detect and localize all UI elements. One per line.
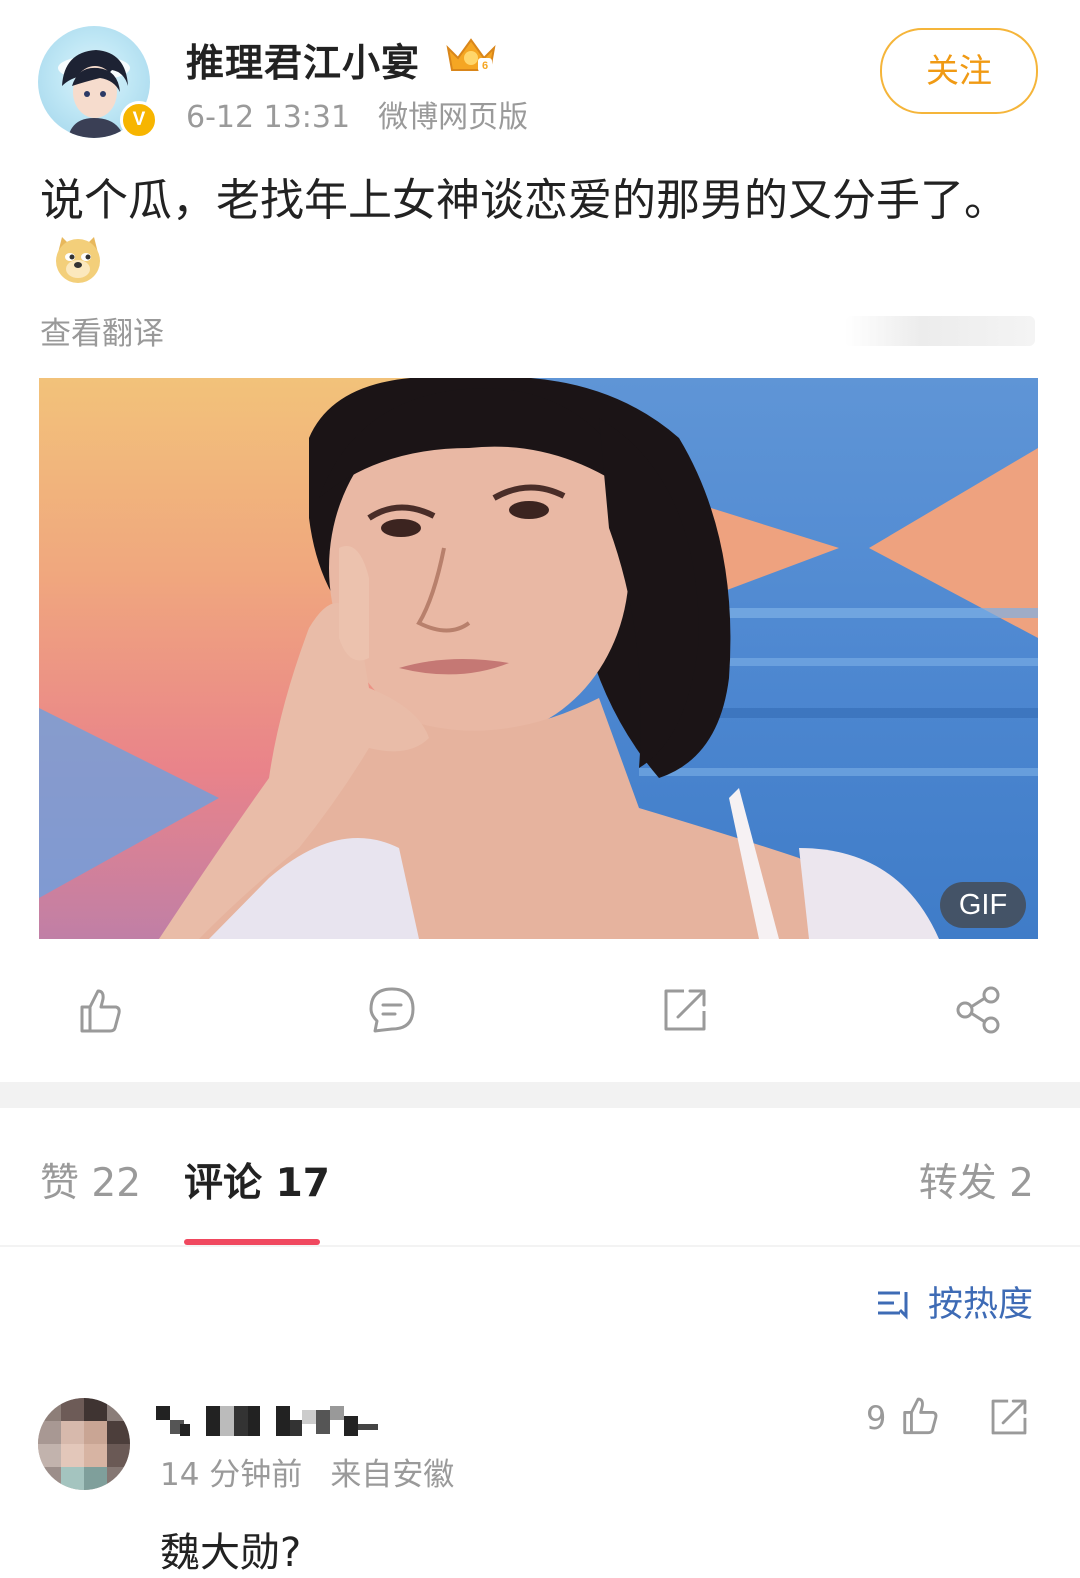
sort-by-hot[interactable]: 按热度 [876,1276,1033,1327]
post-image[interactable] [39,378,1038,939]
verified-badge: V [120,101,158,139]
comment-meta: 14 分钟前 来自安徽 [160,1449,454,1494]
translate-link[interactable]: 查看翻译 [40,308,164,353]
like-icon [903,1397,938,1435]
comment-repost-button[interactable] [988,1396,1030,1438]
section-divider [0,1082,1080,1108]
tab-comments[interactable]: 评论 17 [184,1152,330,1208]
repost-button[interactable] [660,985,710,1035]
sort-label: 按热度 [928,1285,1034,1325]
commenter-avatar[interactable] [38,1398,130,1490]
commenter-name-pixelated[interactable] [156,1404,380,1440]
post-source: 微博网页版 [378,100,529,135]
post-time: 6-12 13:31 [186,100,351,135]
author-name[interactable]: 推理君江小宴 [186,32,420,87]
comment-icon [369,987,415,1033]
tab-separator [0,1245,1080,1247]
comment-time: 14 分钟前 [160,1457,303,1493]
post-text-content: 说个瓜，老找年上女神谈恋爱的那男的又分手了。 [40,175,1008,226]
tab-reposts[interactable]: 转发 2 [919,1152,1034,1208]
tab-likes[interactable]: 赞 22 [40,1152,141,1208]
blurred-watermark [845,316,1035,346]
share-icon [956,986,1000,1034]
repost-icon [664,989,706,1031]
doge-emoji-icon [52,233,104,285]
like-button[interactable] [74,985,124,1035]
share-button[interactable] [953,985,1003,1035]
comment-text: 魏大勋? [160,1530,302,1576]
comment-button[interactable] [367,985,417,1035]
svg-text:6: 6 [482,60,488,72]
repost-icon [991,1399,1027,1435]
comment-like-button[interactable] [898,1394,940,1436]
comment-like-count: 9 [866,1399,887,1437]
like-icon [80,989,121,1033]
vip-crown-icon: 6 [444,36,498,76]
sort-icon [876,1288,916,1320]
gif-badge: GIF [940,882,1026,928]
post-text: 说个瓜，老找年上女神谈恋爱的那男的又分手了。 [40,170,1040,294]
follow-button[interactable]: 关注 [880,28,1038,114]
post-meta: 6-12 13:31 微博网页版 [186,92,528,136]
comment-location: 来自安徽 [330,1457,455,1493]
